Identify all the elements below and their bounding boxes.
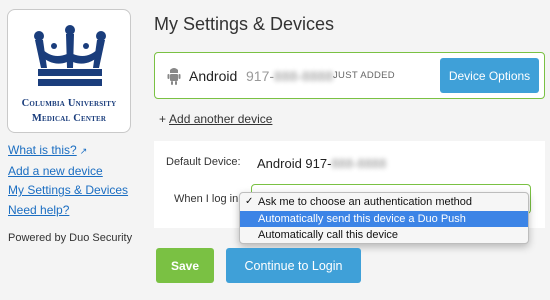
device-options-button[interactable]: Device Options [440,58,539,93]
option-auto-call[interactable]: Automatically call this device [240,227,528,244]
page-title: My Settings & Devices [154,14,335,34]
logo-line-1: Columbia University [21,98,117,109]
save-button[interactable]: Save [156,248,214,283]
default-device-label: Default Device: [166,156,241,168]
default-device-prefix: Android 917- [257,156,332,171]
when-log-in-label: When I log in: [174,193,242,205]
external-link-icon: ↗ [79,146,88,156]
option-label: Ask me to choose an authentication metho… [258,196,473,208]
what-is-this-label: What is this? [8,143,77,157]
option-label: Automatically call this device [258,229,399,241]
continue-to-login-button[interactable]: Continue to Login [226,248,361,283]
device-row: Android 917-888-8888 JUST ADDED Device O… [154,52,545,99]
device-number-hidden: 888-8888 [274,68,334,84]
device-name: Android [189,68,238,84]
login-method-dropdown: ✓ Ask me to choose an authentication met… [239,192,529,244]
status-badge: JUST ADDED [333,70,395,81]
powered-by-text: Powered by Duo Security [8,232,133,244]
logo-line-2: Medical Center [31,113,107,124]
add-another-device[interactable]: + Add another device [159,112,272,126]
android-icon [167,68,181,85]
add-another-device-link[interactable]: Add another device [169,112,272,126]
option-auto-push[interactable]: Automatically send this device a Duo Pus… [240,210,528,227]
device-number-prefix: 917- [246,68,275,84]
default-device-value[interactable]: Android 917-888-8888 [257,156,386,171]
columbia-logo: Columbia University Medical Center [7,9,131,133]
need-help-link[interactable]: Need help? [8,201,128,221]
option-ask-method[interactable]: ✓ Ask me to choose an authentication met… [240,194,528,211]
what-is-this-link[interactable]: What is this? ↗ [8,141,128,162]
default-device-hidden: 888-8888 [331,156,387,171]
add-new-device-link[interactable]: Add a new device [8,162,128,182]
checkmark-icon: ✓ [245,196,254,207]
plus-icon: + [159,112,167,126]
sidebar-nav: What is this? ↗ Add a new device My Setti… [8,141,128,220]
my-settings-devices-link[interactable]: My Settings & Devices [8,181,128,201]
option-label: Automatically send this device a Duo Pus… [258,212,466,225]
logo-text: Columbia University Medical Center [8,96,130,126]
crown-icon [34,25,106,86]
device-number: 917-888-8888 [246,68,333,84]
